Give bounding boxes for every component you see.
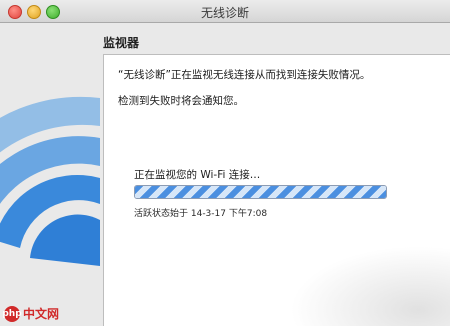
watermark-text: 中文网 [23,307,60,321]
window-title: 无线诊断 [200,6,249,20]
watermark-texture [290,246,450,326]
section-title: 监视器 [103,36,140,50]
progress-fill [135,186,386,198]
title-bar[interactable]: 无线诊断 [0,0,450,23]
status-text: 正在监视您的 Wi-Fi 连接… [134,169,261,181]
progress-bar [134,185,387,199]
watermark: php 中文网 [2,305,60,322]
notify-message: 检测到失败时将会通知您。 [118,95,244,107]
watermark-logo-icon: php [2,305,22,322]
wireless-diagnostics-window: 无线诊断 监视器 “无线诊断”正在监视无线连接从而找到连接失败情况。 检测到失败… [0,0,450,326]
active-since-timestamp: 活跃状态始于 14-3-17 下午7:08 [134,209,268,219]
monitor-message: “无线诊断”正在监视无线连接从而找到连接失败情况。 [118,69,371,81]
